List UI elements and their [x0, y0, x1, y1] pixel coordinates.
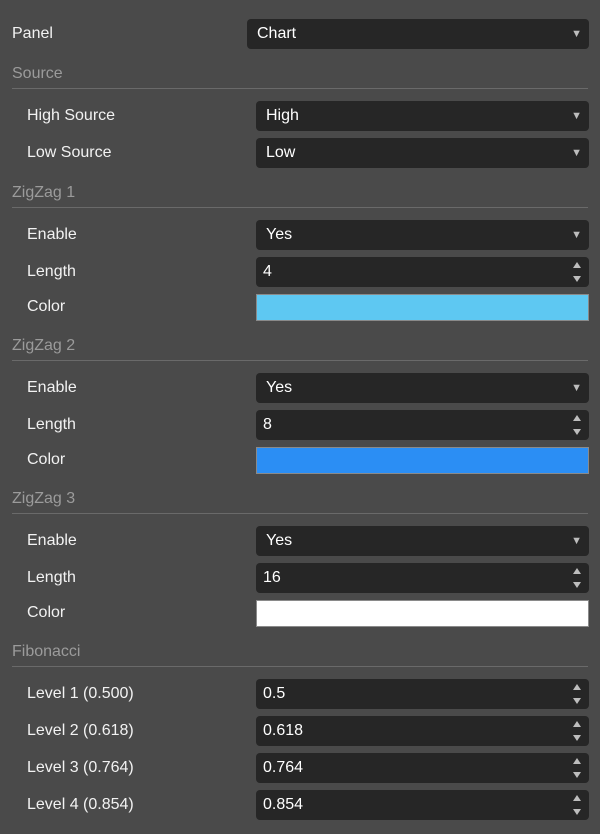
fib-level-3-row: Level 3 (0.764) 0.764: [0, 753, 600, 783]
zigzag3-enable-select[interactable]: Yes ▼: [256, 526, 589, 556]
fib-level-value: 0.854: [263, 796, 304, 813]
fib-level-value: 0.764: [263, 759, 304, 776]
section-zigzag-3: ZigZag 3: [12, 488, 588, 514]
section-title: Fibonacci: [12, 643, 81, 660]
zigzag1-length-row: Length 4: [0, 257, 600, 287]
low-source-value: Low: [266, 144, 296, 161]
fib-level-label: Level 2 (0.618): [27, 722, 134, 739]
enable-value: Yes: [266, 379, 293, 396]
section-zigzag-1: ZigZag 1: [12, 182, 588, 208]
section-divider: [12, 360, 588, 361]
enable-label: Enable: [27, 379, 77, 396]
chevron-down-icon: ▼: [571, 28, 582, 40]
fib-level-2-input[interactable]: 0.618: [256, 716, 589, 746]
high-source-row: High Source High ▼: [0, 101, 600, 131]
section-title: ZigZag 2: [12, 337, 76, 354]
fib-level-1-input[interactable]: 0.5: [256, 679, 589, 709]
zigzag1-color-swatch[interactable]: [256, 294, 589, 321]
zigzag2-color-row: Color: [0, 445, 600, 475]
color-label: Color: [27, 451, 66, 468]
chevron-down-icon: ▼: [571, 110, 582, 122]
zigzag1-enable-select[interactable]: Yes ▼: [256, 220, 589, 250]
length-value: 4: [263, 263, 272, 280]
section-divider: [12, 513, 588, 514]
section-divider: [12, 88, 588, 89]
section-divider: [12, 207, 588, 208]
spinner-icon[interactable]: [573, 758, 583, 778]
zigzag1-color-row: Color: [0, 292, 600, 322]
enable-label: Enable: [27, 226, 77, 243]
length-label: Length: [27, 569, 76, 586]
fib-level-4-input[interactable]: 0.854: [256, 790, 589, 820]
fib-level-label: Level 1 (0.500): [27, 685, 134, 702]
zigzag3-color-row: Color: [0, 598, 600, 628]
spinner-icon[interactable]: [573, 262, 583, 282]
section-title: ZigZag 3: [12, 490, 76, 507]
zigzag2-length-input[interactable]: 8: [256, 410, 589, 440]
zigzag1-enable-row: Enable Yes ▼: [0, 220, 600, 250]
chevron-down-icon: ▼: [571, 229, 582, 241]
panel-value: Chart: [257, 25, 297, 42]
color-label: Color: [27, 604, 66, 621]
section-title: Source: [12, 65, 63, 82]
chevron-down-icon: ▼: [571, 382, 582, 394]
spinner-icon[interactable]: [573, 415, 583, 435]
fib-level-1-row: Level 1 (0.500) 0.5: [0, 679, 600, 709]
section-divider: [12, 666, 588, 667]
fib-level-4-row: Level 4 (0.854) 0.854: [0, 790, 600, 820]
chevron-down-icon: ▼: [571, 535, 582, 547]
length-label: Length: [27, 416, 76, 433]
fib-level-label: Level 4 (0.854): [27, 796, 134, 813]
color-label: Color: [27, 298, 66, 315]
zigzag3-enable-row: Enable Yes ▼: [0, 526, 600, 556]
low-source-row: Low Source Low ▼: [0, 138, 600, 168]
section-zigzag-2: ZigZag 2: [12, 335, 588, 361]
fib-level-value: 0.618: [263, 722, 304, 739]
fib-level-3-input[interactable]: 0.764: [256, 753, 589, 783]
low-source-select[interactable]: Low ▼: [256, 138, 589, 168]
section-title: ZigZag 1: [12, 184, 76, 201]
spinner-icon[interactable]: [573, 721, 583, 741]
zigzag3-length-row: Length 16: [0, 563, 600, 593]
zigzag2-enable-select[interactable]: Yes ▼: [256, 373, 589, 403]
enable-value: Yes: [266, 226, 293, 243]
zigzag2-enable-row: Enable Yes ▼: [0, 373, 600, 403]
spinner-icon[interactable]: [573, 568, 583, 588]
panel-label: Panel: [12, 25, 53, 42]
zigzag3-color-swatch[interactable]: [256, 600, 589, 627]
section-source: Source: [12, 63, 588, 89]
high-source-label: High Source: [27, 107, 116, 124]
enable-label: Enable: [27, 532, 77, 549]
zigzag3-length-input[interactable]: 16: [256, 563, 589, 593]
spinner-icon[interactable]: [573, 795, 583, 815]
chevron-down-icon: ▼: [571, 147, 582, 159]
zigzag2-length-row: Length 8: [0, 410, 600, 440]
low-source-label: Low Source: [27, 144, 112, 161]
length-value: 16: [263, 569, 281, 586]
enable-value: Yes: [266, 532, 293, 549]
high-source-value: High: [266, 107, 299, 124]
panel-select[interactable]: Chart ▼: [247, 19, 589, 49]
length-label: Length: [27, 263, 76, 280]
spinner-icon[interactable]: [573, 684, 583, 704]
section-fibonacci: Fibonacci: [12, 641, 588, 667]
panel-row: Panel Chart ▼: [0, 19, 600, 49]
fib-level-2-row: Level 2 (0.618) 0.618: [0, 716, 600, 746]
fib-level-label: Level 3 (0.764): [27, 759, 134, 776]
zigzag1-length-input[interactable]: 4: [256, 257, 589, 287]
length-value: 8: [263, 416, 272, 433]
fib-level-value: 0.5: [263, 685, 286, 702]
zigzag2-color-swatch[interactable]: [256, 447, 589, 474]
high-source-select[interactable]: High ▼: [256, 101, 589, 131]
